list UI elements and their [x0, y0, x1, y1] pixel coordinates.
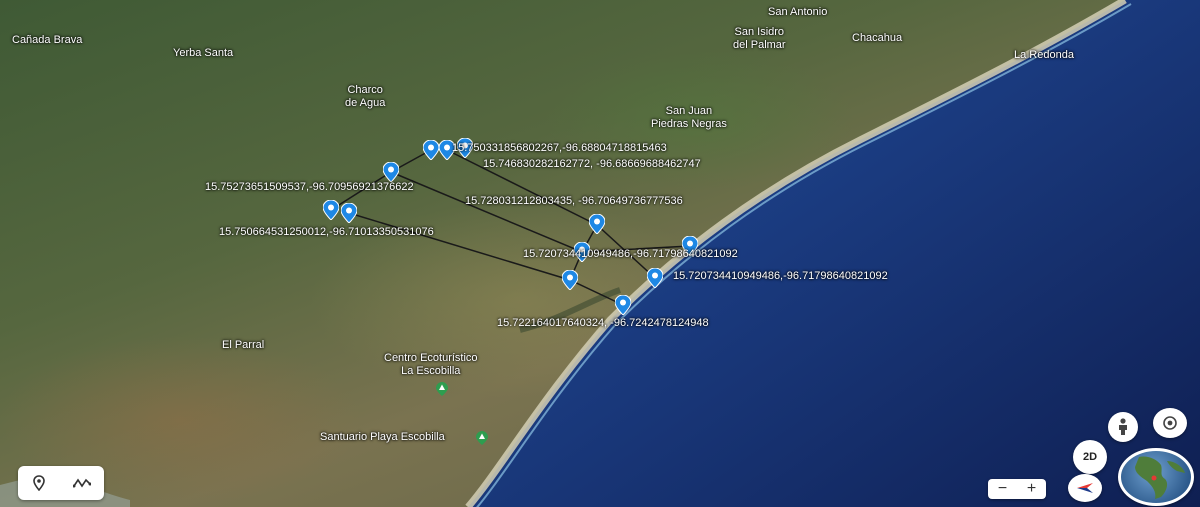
location-pin-icon[interactable] [383, 162, 399, 182]
map-view[interactable]: Cañada Brava Yerba Santa Charco de Agua … [0, 0, 1200, 507]
drawing-toolbar [18, 466, 104, 500]
zoom-control: − + [988, 479, 1046, 499]
place-chacahua: Chacahua [852, 32, 903, 44]
location-pin-icon[interactable] [323, 200, 339, 220]
location-pin-icon[interactable] [423, 140, 439, 160]
globe-continents [1135, 456, 1185, 499]
place-centro-ecoturistico: Centro Ecoturístico La Escobilla [384, 352, 478, 377]
park-poi-icon[interactable] [476, 431, 488, 445]
location-pin-icon[interactable] [589, 214, 605, 234]
location-pin-icon[interactable] [341, 203, 357, 223]
draw-path-icon[interactable] [73, 475, 91, 491]
marker-label: 15.746830282162772, -96.68669688462747 [483, 158, 701, 170]
place-san-antonio: San Antonio [768, 6, 828, 18]
place-santuario: Santuario Playa Escobilla [320, 431, 445, 443]
place-yerba-santa: Yerba Santa [173, 47, 234, 59]
pegman-icon [1119, 418, 1127, 435]
compass-button[interactable] [1068, 474, 1102, 502]
marker-label: 15.722164017640324, -96.7242478124948 [497, 317, 709, 329]
marker-label: 15.750331856802267,-96.68804718815463 [452, 142, 667, 154]
compass-icon [1077, 483, 1093, 493]
toggle-2d-label: 2D [1082, 451, 1098, 463]
toggle-2d-button[interactable]: 2D [1073, 440, 1107, 474]
my-location-button[interactable] [1153, 408, 1187, 438]
place-canada-brava: Cañada Brava [12, 34, 83, 46]
add-placemark-icon[interactable] [31, 475, 47, 491]
location-pin-icon[interactable] [615, 295, 631, 315]
globe-minimap[interactable] [1118, 448, 1194, 506]
marker-label: 15.720734410949486,-96.71798640821092 [523, 248, 738, 260]
place-charco-de-agua: Charco de Agua [345, 84, 386, 109]
marker-label: 15.75273651509537,-96.70956921376622 [205, 181, 414, 193]
park-poi-icon[interactable] [436, 382, 448, 396]
zoom-in-button[interactable]: + [1027, 480, 1036, 498]
marker-label: 15.750664531250012,-96.71013350531076 [219, 226, 434, 238]
route-line-west [330, 149, 432, 211]
place-san-isidro: San Isidro del Palmar [733, 26, 786, 51]
marker-label: 15.728031212803435, -96.70649736777536 [465, 195, 683, 207]
location-target-icon [1163, 416, 1177, 430]
place-el-parral: El Parral [222, 339, 265, 351]
zoom-out-button[interactable]: − [998, 480, 1007, 498]
place-la-redonda: La Redonda [1014, 49, 1074, 61]
location-pin-icon[interactable] [562, 270, 578, 290]
location-pin-icon[interactable] [647, 268, 663, 288]
marker-label: 15.720734410949486,-96.71798640821092 [673, 270, 888, 282]
street-view-button[interactable] [1108, 412, 1138, 442]
place-san-juan: San Juan Piedras Negras [651, 105, 727, 130]
